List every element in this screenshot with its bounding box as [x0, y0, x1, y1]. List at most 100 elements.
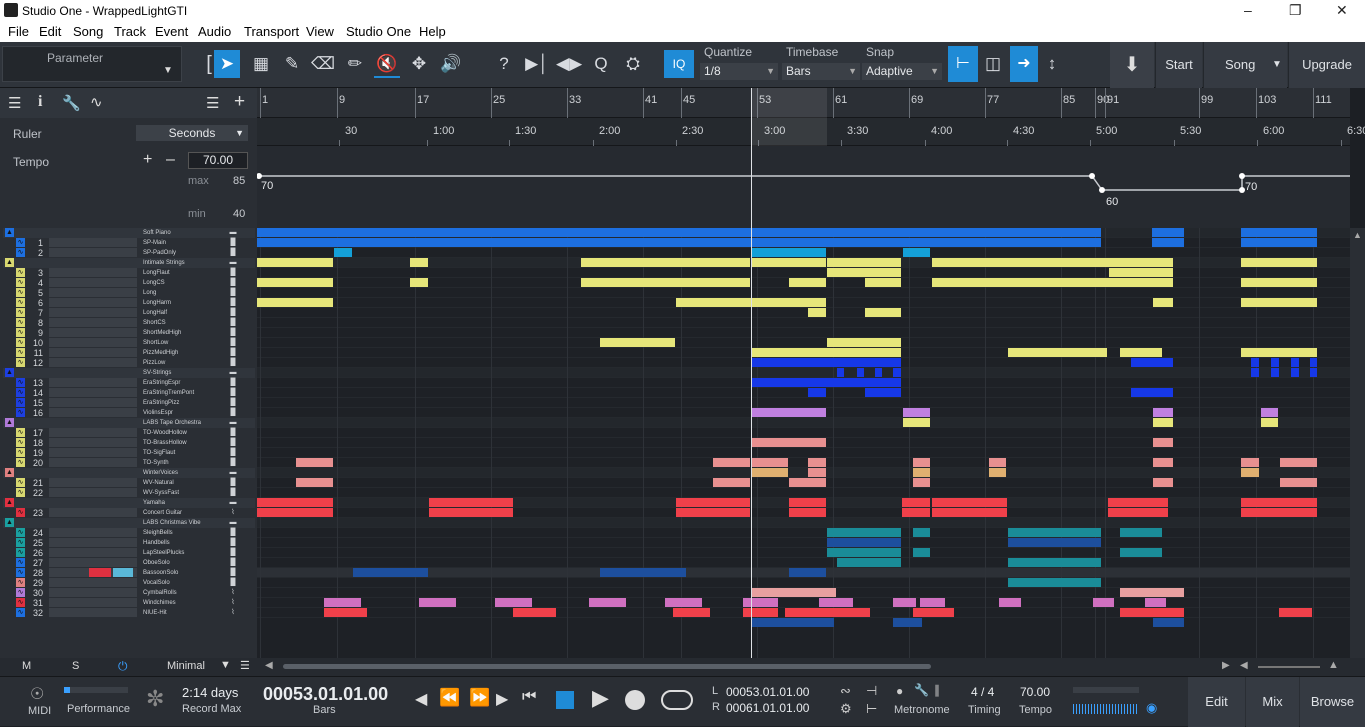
- track-controls[interactable]: [49, 358, 137, 367]
- clip[interactable]: [932, 258, 1173, 267]
- track-name[interactable]: LapSteelPlucks: [143, 548, 221, 558]
- clip[interactable]: [808, 308, 826, 317]
- folder-track[interactable]: ▲ LABS Christmas Vibe ▬: [3, 518, 255, 528]
- track-name[interactable]: Yamaha: [143, 498, 221, 508]
- track-lane[interactable]: [257, 398, 1350, 408]
- track-header[interactable]: ∿ 21 WV-Natural █: [3, 478, 255, 488]
- automation-icon[interactable]: ∿: [90, 93, 103, 111]
- settings-gear-icon[interactable]: ⚙: [840, 701, 852, 717]
- clip[interactable]: [1271, 368, 1279, 377]
- menu-transport[interactable]: Transport: [244, 24, 299, 39]
- track-controls[interactable]: [49, 278, 137, 287]
- track-name[interactable]: TO-SigFlaut: [143, 448, 221, 458]
- clip[interactable]: [999, 598, 1021, 607]
- clip[interactable]: [296, 458, 333, 467]
- clip[interactable]: [1153, 298, 1173, 307]
- track-name[interactable]: Long: [143, 288, 221, 298]
- ruler-select[interactable]: Seconds ▼: [136, 125, 248, 141]
- folder-track[interactable]: ▲ Yamaha ▬: [3, 498, 255, 508]
- track-controls[interactable]: [49, 428, 137, 437]
- clip[interactable]: [1153, 458, 1173, 467]
- menu-studio-one[interactable]: Studio One: [346, 24, 411, 39]
- track-name[interactable]: NIUE-Hit: [143, 608, 221, 618]
- min-value[interactable]: 40: [233, 208, 245, 220]
- minimize-icon[interactable]: –: [1244, 2, 1252, 18]
- track-name[interactable]: BassoonSolo: [143, 568, 221, 578]
- folder-expand-icon[interactable]: ▲: [5, 498, 14, 507]
- track-controls[interactable]: [49, 338, 137, 347]
- clip[interactable]: [410, 258, 428, 267]
- track-lane[interactable]: [257, 528, 1350, 538]
- clip[interactable]: [913, 608, 954, 617]
- track-header[interactable]: ∿ 11 PizzMedHigh █: [3, 348, 255, 358]
- timebase-select[interactable]: Bars ▼: [782, 63, 860, 80]
- clip[interactable]: [1310, 358, 1317, 367]
- clip[interactable]: [429, 498, 513, 507]
- track-name[interactable]: PizzLow: [143, 358, 221, 368]
- track-color-icon[interactable]: ∿: [16, 238, 25, 247]
- folder-track[interactable]: ▲ SV-Strings ▬: [3, 368, 255, 378]
- clip[interactable]: [989, 458, 1006, 467]
- clip[interactable]: [419, 598, 456, 607]
- track-color-icon[interactable]: ∿: [16, 478, 25, 487]
- clip[interactable]: [1241, 468, 1259, 477]
- track-controls[interactable]: [49, 458, 137, 467]
- track-name[interactable]: LongFlaut: [143, 268, 221, 278]
- track-lane[interactable]: [257, 448, 1350, 458]
- track-header[interactable]: ∿ 3 LongFlaut █: [3, 268, 255, 278]
- clip[interactable]: [751, 408, 826, 417]
- track-color-icon[interactable]: ∿: [16, 598, 25, 607]
- clip[interactable]: [324, 598, 361, 607]
- forward-icon[interactable]: ⏩: [469, 688, 490, 708]
- track-header[interactable]: ∿ 23 Concert Guitar ⌇: [3, 508, 255, 518]
- clip[interactable]: [1008, 538, 1101, 547]
- clip[interactable]: [751, 438, 826, 447]
- track-header[interactable]: ∿ 30 CymbalRolls ⌇: [3, 588, 255, 598]
- track-name[interactable]: EraStringEspr: [143, 378, 221, 388]
- track-lane[interactable]: [257, 488, 1350, 498]
- clip[interactable]: [713, 458, 750, 467]
- clip[interactable]: [827, 268, 901, 277]
- track-header[interactable]: ∿ 22 WV-SyssFast █: [3, 488, 255, 498]
- clip[interactable]: [1008, 558, 1101, 567]
- clip[interactable]: [751, 468, 788, 477]
- track-header[interactable]: ∿ 13 EraStringEspr █: [3, 378, 255, 388]
- menu-edit[interactable]: Edit: [39, 24, 61, 39]
- clip[interactable]: [1153, 438, 1173, 447]
- clip[interactable]: [865, 388, 901, 397]
- stop-button[interactable]: [556, 691, 574, 709]
- clip[interactable]: [1008, 528, 1101, 537]
- track-controls[interactable]: [49, 508, 137, 517]
- track-color-icon[interactable]: ∿: [16, 568, 25, 577]
- clip[interactable]: [875, 368, 882, 377]
- track-header[interactable]: ∿ 19 TO-SigFlaut █: [3, 448, 255, 458]
- clip[interactable]: [257, 228, 1101, 237]
- snap-both-icon[interactable]: ◀▶: [556, 50, 582, 78]
- track-color-icon[interactable]: ∿: [16, 388, 25, 397]
- preroll-icon[interactable]: ⊢: [866, 701, 877, 717]
- track-header[interactable]: ∿ 15 EraStringPizz █: [3, 398, 255, 408]
- track-color-icon[interactable]: ∿: [16, 558, 25, 567]
- tempo-display[interactable]: 70.00: [1020, 685, 1050, 699]
- clip[interactable]: [296, 478, 333, 487]
- wrench-icon[interactable]: 🔧: [62, 94, 81, 112]
- track-name[interactable]: SP-PadOnly: [143, 248, 221, 258]
- clip[interactable]: [1241, 498, 1317, 507]
- track-color-icon[interactable]: ∿: [16, 358, 25, 367]
- track-header[interactable]: ∿ 9 ShortMedHigh █: [3, 328, 255, 338]
- clip[interactable]: [1310, 368, 1317, 377]
- track-controls[interactable]: [49, 548, 137, 557]
- menu-audio[interactable]: Audio: [198, 24, 231, 39]
- clip[interactable]: [665, 598, 702, 607]
- track-controls[interactable]: [49, 318, 137, 327]
- clip[interactable]: [903, 418, 930, 427]
- clip[interactable]: [893, 368, 901, 377]
- track-header[interactable]: ∿ 32 NIUE-Hit ⌇: [3, 608, 255, 618]
- clip[interactable]: [1109, 268, 1173, 277]
- track-color-icon[interactable]: ∿: [16, 528, 25, 537]
- clip[interactable]: [1120, 528, 1162, 537]
- scroll-right-icon[interactable]: ▶: [1222, 660, 1230, 671]
- clip[interactable]: [751, 618, 834, 627]
- clip[interactable]: [1108, 508, 1168, 517]
- track-lane[interactable]: [257, 288, 1350, 298]
